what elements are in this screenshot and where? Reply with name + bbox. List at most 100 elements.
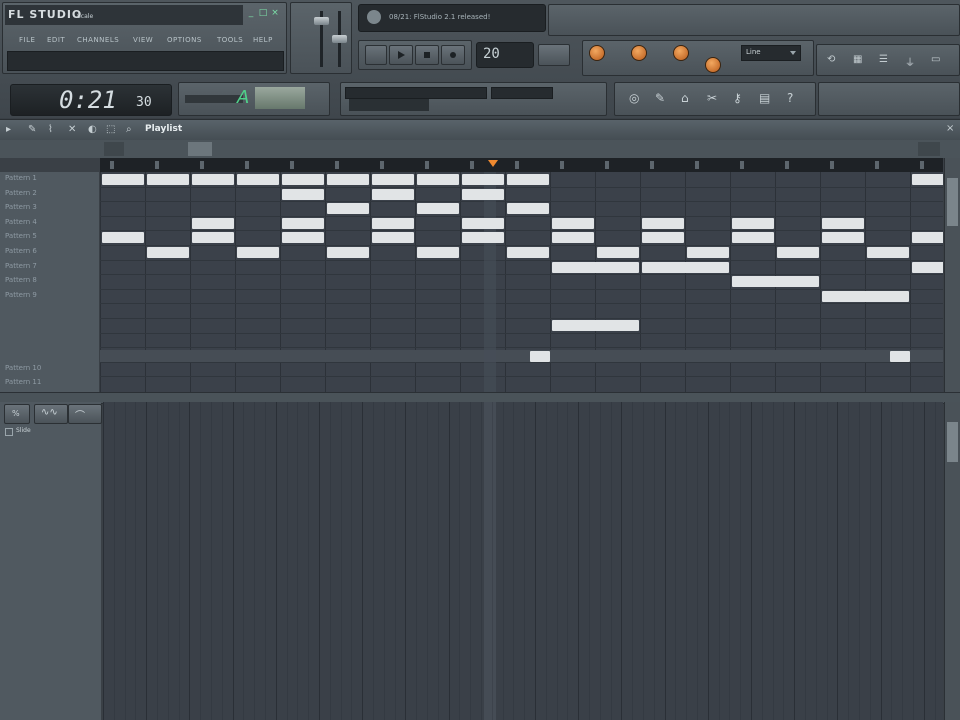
key-icon[interactable]: ⚷: [733, 91, 742, 105]
pattern-clip[interactable]: [282, 232, 324, 244]
playhead-marker-icon[interactable]: [488, 160, 498, 167]
select-tool-icon[interactable]: ⬚: [106, 124, 115, 135]
scroll-right-button[interactable]: [918, 142, 940, 156]
track-label[interactable]: Pattern 4: [5, 218, 37, 226]
pattern-clip[interactable]: [147, 247, 189, 258]
pencil-tool-icon[interactable]: ✎: [28, 124, 36, 135]
event-editor-grid[interactable]: [103, 402, 943, 720]
track-label[interactable]: Pattern 8: [5, 276, 37, 284]
scissors-icon[interactable]: ✂: [707, 91, 717, 105]
pattern-clip[interactable]: [372, 174, 414, 185]
vertical-scroll-thumb[interactable]: [947, 178, 958, 226]
pattern-clip[interactable]: [282, 174, 324, 185]
brush-tool-icon[interactable]: ⌇: [48, 124, 53, 135]
pattern-clip[interactable]: [552, 232, 594, 244]
event-vertical-scrollbar[interactable]: [944, 402, 960, 720]
pattern-clip[interactable]: [507, 203, 549, 215]
pattern-clip[interactable]: [552, 261, 639, 273]
pattern-clip[interactable]: [327, 174, 369, 185]
mute-tool-icon[interactable]: ◐: [88, 124, 97, 135]
pattern-clip[interactable]: [327, 203, 369, 215]
pattern-clip[interactable]: [462, 188, 504, 200]
pattern-clip[interactable]: [912, 261, 943, 273]
pattern-clip[interactable]: [732, 276, 819, 288]
pattern-clip[interactable]: [372, 217, 414, 229]
menu-help[interactable]: HELP: [253, 36, 273, 44]
pattern-clip[interactable]: [192, 174, 234, 185]
pattern-clip[interactable]: [282, 188, 324, 200]
pattern-clip[interactable]: [732, 217, 774, 229]
wait-input-knob[interactable]: [631, 45, 647, 61]
event-scroll-thumb[interactable]: [947, 422, 958, 462]
record-button[interactable]: [441, 45, 465, 65]
automation-clip[interactable]: [530, 351, 550, 362]
countdown-knob[interactable]: [673, 45, 689, 61]
close-button[interactable]: ×: [270, 8, 280, 20]
pattern-clip[interactable]: [237, 174, 279, 185]
pattern-clip[interactable]: [417, 203, 459, 215]
piano-icon[interactable]: ▦: [853, 54, 862, 65]
pattern-clip[interactable]: [147, 174, 189, 185]
master-pitch-slider[interactable]: [332, 35, 347, 43]
options-icon[interactable]: ◎: [629, 91, 639, 105]
blend-notes-knob[interactable]: [705, 57, 721, 73]
scroll-left-button[interactable]: [104, 142, 124, 156]
document-icon[interactable]: ▤: [759, 91, 770, 105]
pattern-clip[interactable]: [912, 232, 943, 244]
menu-file[interactable]: FILE: [19, 36, 35, 44]
pattern-clip[interactable]: [687, 247, 729, 258]
horizontal-scroll-thumb[interactable]: [188, 142, 212, 156]
pattern-song-button[interactable]: [365, 45, 387, 65]
plug-icon[interactable]: ⏚: [905, 54, 915, 69]
delete-tool-icon[interactable]: ✕: [68, 124, 76, 135]
pattern-selector[interactable]: 20: [476, 42, 534, 68]
refresh-icon[interactable]: ⟲: [827, 54, 835, 65]
pattern-clip[interactable]: [912, 174, 943, 185]
pattern-clip[interactable]: [192, 217, 234, 229]
pattern-clip[interactable]: [732, 232, 774, 244]
timeline-ruler[interactable]: [100, 158, 943, 172]
track-label[interactable]: Pattern 10: [5, 364, 41, 372]
pattern-clip[interactable]: [597, 247, 639, 258]
pattern-clip[interactable]: [102, 174, 144, 185]
master-volume-slider[interactable]: [314, 17, 329, 25]
track-label[interactable]: Pattern 9: [5, 291, 37, 299]
snap-selector[interactable]: Line: [741, 45, 801, 61]
pattern-clip[interactable]: [192, 232, 234, 244]
pattern-clip[interactable]: [642, 217, 684, 229]
pattern-clip[interactable]: [462, 217, 504, 229]
pattern-clip[interactable]: [327, 247, 369, 258]
event-tab-percent[interactable]: %: [4, 404, 30, 424]
pattern-clip[interactable]: [372, 232, 414, 244]
automation-clip[interactable]: [890, 351, 910, 362]
pattern-mode-button[interactable]: [538, 44, 570, 66]
pattern-clip[interactable]: [642, 232, 684, 244]
maximize-button[interactable]: □: [258, 8, 268, 20]
playlist-grid[interactable]: [100, 172, 943, 392]
pattern-clip[interactable]: [822, 232, 864, 244]
pattern-clip[interactable]: [552, 217, 594, 229]
pattern-clip[interactable]: [282, 217, 324, 229]
mixer-icon[interactable]: ☰: [879, 54, 888, 65]
playlist-close-icon[interactable]: ×: [946, 123, 954, 134]
menu-channels[interactable]: CHANNELS: [77, 36, 119, 44]
track-label[interactable]: Pattern 5: [5, 232, 37, 240]
help-icon[interactable]: ?: [787, 91, 793, 105]
menu-edit[interactable]: EDIT: [47, 36, 65, 44]
track-label[interactable]: Pattern 1: [5, 174, 37, 182]
pattern-clip[interactable]: [642, 261, 729, 273]
pattern-clip[interactable]: [417, 247, 459, 258]
pattern-clip[interactable]: [462, 174, 504, 185]
pattern-clip[interactable]: [237, 247, 279, 258]
wave-tab-1[interactable]: ∿∿: [34, 404, 68, 424]
play-button[interactable]: [389, 45, 413, 65]
pattern-clip[interactable]: [372, 188, 414, 200]
pencil-icon[interactable]: ✎: [655, 91, 665, 105]
wave-tab-2[interactable]: ⌒: [68, 404, 102, 424]
pattern-clip[interactable]: [507, 174, 549, 185]
pattern-clip[interactable]: [777, 247, 819, 258]
pattern-clip[interactable]: [822, 290, 909, 302]
pattern-clip[interactable]: [417, 174, 459, 185]
pattern-clip[interactable]: [102, 232, 144, 244]
playlist-vertical-scrollbar[interactable]: [944, 158, 960, 392]
